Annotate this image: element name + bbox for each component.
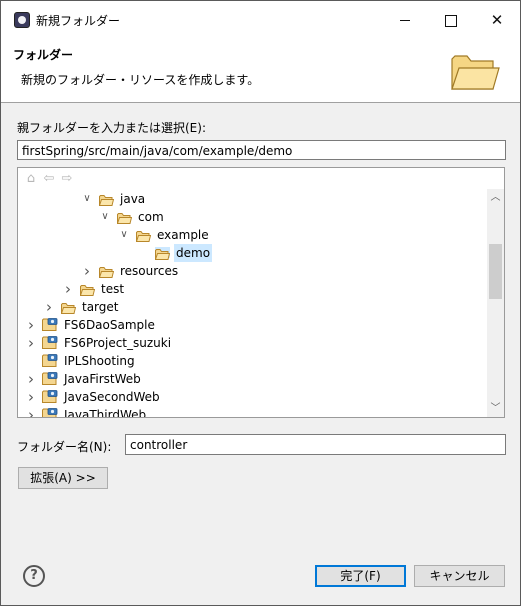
java-project-icon (42, 318, 58, 331)
tree-scrollbar[interactable]: ︿ ﹀ (487, 189, 504, 417)
tree-item-label: JavaThirdWeb (64, 407, 147, 418)
tree-item[interactable]: IPLShooting (25, 351, 137, 369)
header-banner: フォルダー 新規のフォルダー・リソースを作成します。 (1, 39, 520, 103)
close-icon: ✕ (490, 11, 504, 29)
tree-item[interactable]: › FS6DaoSample (25, 315, 157, 334)
folder-icon (116, 211, 133, 224)
cancel-button[interactable]: キャンセル (414, 565, 505, 587)
chevron-down-icon[interactable]: ∨ (118, 226, 130, 244)
tree-item[interactable]: › JavaFirstWeb (25, 369, 143, 388)
java-project-icon (42, 336, 58, 349)
tree-item-label: JavaFirstWeb (64, 371, 141, 386)
folder-name-label: フォルダー名(N): (17, 440, 112, 454)
tree-item-label: target (82, 299, 119, 314)
tree-item-label: FS6DaoSample (64, 317, 155, 332)
chevron-right-icon[interactable]: › (25, 334, 37, 352)
tree-item[interactable]: › target (43, 297, 121, 316)
maximize-icon (445, 14, 457, 27)
chevron-right-icon[interactable]: › (43, 298, 55, 316)
folder-icon (154, 247, 171, 260)
folder-icon (79, 283, 96, 296)
chevron-right-icon[interactable]: › (25, 370, 37, 388)
tree-item-label: java (120, 191, 146, 206)
tree-item-label: demo (174, 243, 213, 262)
java-project-icon (42, 372, 58, 385)
banner-title: フォルダー (13, 48, 74, 62)
tree-item[interactable]: ∨ java (81, 189, 147, 207)
finish-button[interactable]: 完了(F) (315, 565, 406, 587)
close-button[interactable]: ✕ (474, 1, 520, 39)
folder-icon (60, 301, 77, 314)
tree-item[interactable]: demo (137, 243, 213, 262)
tree-item[interactable]: › FS6Project_suzuki (25, 333, 173, 352)
chevron-right-icon[interactable]: › (25, 388, 37, 406)
tree-item[interactable]: › test (62, 279, 126, 298)
advanced-button[interactable]: 拡張(A) >> (18, 467, 108, 489)
forward-arrow-icon[interactable]: ⇨ (58, 171, 76, 187)
banner-description: 新規のフォルダー・リソースを作成します。 (21, 73, 260, 87)
help-icon[interactable]: ? (23, 565, 45, 587)
chevron-right-icon[interactable]: › (25, 406, 37, 418)
title-bar: 新規フォルダー ✕ (1, 1, 520, 39)
scroll-thumb[interactable] (489, 244, 502, 299)
java-project-icon (42, 390, 58, 403)
tree-item-label: example (157, 227, 209, 242)
tree-item[interactable]: ∨ example (118, 225, 211, 243)
chevron-right-icon[interactable]: › (25, 316, 37, 334)
folder-name-input[interactable]: controller (125, 434, 506, 455)
chevron-down-icon[interactable]: ∨ (99, 208, 111, 226)
tree-item-label: com (138, 209, 164, 224)
parent-folder-label: 親フォルダーを入力または選択(E): (17, 121, 206, 135)
folder-icon (135, 229, 152, 242)
chevron-right-icon[interactable]: › (81, 262, 93, 280)
home-icon[interactable]: ⌂ (22, 171, 40, 187)
tree-item-label: JavaSecondWeb (64, 389, 160, 404)
tree-item[interactable]: › JavaSecondWeb (25, 387, 162, 406)
tree-item-label: resources (120, 263, 179, 278)
folder-large-icon (451, 55, 500, 90)
tree-item-label: FS6Project_suzuki (64, 335, 172, 350)
tree-item-label: IPLShooting (64, 353, 135, 368)
minimize-button[interactable] (382, 1, 428, 39)
scroll-up-icon[interactable]: ︿ (487, 189, 504, 206)
new-folder-dialog: 新規フォルダー ✕ フォルダー 新規のフォルダー・リソースを作成します。 親フォ… (0, 0, 521, 606)
scroll-down-icon[interactable]: ﹀ (487, 400, 504, 417)
java-project-icon (42, 354, 58, 367)
folder-icon (98, 193, 115, 206)
tree-item[interactable]: › resources (81, 261, 180, 280)
eclipse-app-icon (14, 12, 30, 28)
tree-toolbar: ⌂ ⇦ ⇨ (22, 171, 76, 189)
back-arrow-icon[interactable]: ⇦ (40, 171, 58, 187)
parent-folder-input[interactable]: firstSpring/src/main/java/com/example/de… (17, 140, 506, 160)
maximize-button[interactable] (428, 1, 474, 39)
chevron-down-icon[interactable]: ∨ (81, 190, 93, 208)
tree-item[interactable]: ∨ com (99, 207, 166, 225)
minimize-icon (400, 20, 410, 21)
java-project-icon (42, 408, 58, 417)
chevron-right-icon[interactable]: › (62, 280, 74, 298)
window-title: 新規フォルダー (36, 14, 121, 28)
folder-icon (98, 265, 115, 278)
tree-item-label: test (101, 281, 125, 296)
tree-item[interactable]: › JavaThirdWeb (25, 405, 148, 418)
folder-tree: ⌂ ⇦ ⇨ ∨ java ∨ com ∨ example demo › resources › test… (17, 167, 505, 418)
